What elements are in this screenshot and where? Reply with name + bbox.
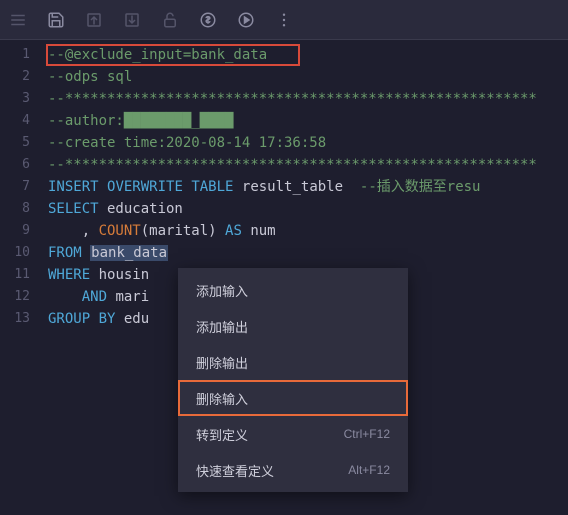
code-token: AS [225, 223, 242, 239]
code-token: --插入数据至resu [360, 179, 481, 195]
code-line[interactable]: INSERT OVERWRITE TABLE result_table --插入… [40, 176, 568, 198]
run-icon[interactable] [236, 10, 256, 30]
menu-item[interactable]: 删除输入 [178, 380, 408, 416]
lock-icon[interactable] [160, 10, 180, 30]
line-number: 10 [0, 242, 40, 264]
code-line[interactable]: --@exclude_input=bank_data [40, 44, 568, 66]
code-token: FROM [48, 245, 82, 261]
menu-item[interactable]: 添加输入 [178, 272, 408, 308]
code-token: (marital) [141, 223, 225, 239]
code-line[interactable]: --**************************************… [40, 154, 568, 176]
code-token: --@exclude_input=bank_data [48, 47, 267, 63]
code-token: education [99, 201, 183, 217]
dollar-icon[interactable] [198, 10, 218, 30]
menu-item-label: 添加输入 [196, 281, 248, 300]
line-number: 1 [0, 44, 40, 66]
menu-item-shortcut: Alt+F12 [348, 463, 390, 477]
menu-item-label: 添加输出 [196, 317, 248, 336]
line-number: 11 [0, 264, 40, 286]
code-token: num [242, 223, 276, 239]
code-line[interactable]: --author:████████_████ [40, 110, 568, 132]
menu-item-label: 删除输入 [196, 389, 248, 408]
menu-item-label: 删除输出 [196, 353, 248, 372]
code-token [82, 245, 90, 261]
code-token: ████████_████ [124, 113, 234, 129]
code-token: housin [90, 267, 149, 283]
code-line[interactable]: SELECT education [40, 198, 568, 220]
line-number: 12 [0, 286, 40, 308]
code-token: --create time:2020-08-14 17:36:58 [48, 135, 326, 151]
code-token: COUNT [99, 223, 141, 239]
line-number: 9 [0, 220, 40, 242]
menu-item[interactable]: 删除输出 [178, 344, 408, 380]
code-token: OVERWRITE [107, 179, 183, 195]
code-token: AND [82, 289, 107, 305]
code-token: TABLE [191, 179, 233, 195]
upload-icon[interactable] [84, 10, 104, 30]
menu-item-label: 快速查看定义 [196, 461, 274, 480]
code-token: --**************************************… [48, 157, 537, 173]
line-number: 2 [0, 66, 40, 88]
code-line[interactable]: --odps sql [40, 66, 568, 88]
code-token [90, 311, 98, 327]
line-number: 4 [0, 110, 40, 132]
menu-item[interactable]: 快速查看定义 Alt+F12 [178, 452, 408, 488]
toolbar [0, 0, 568, 40]
code-token: , [48, 223, 99, 239]
line-number: 6 [0, 154, 40, 176]
save-icon[interactable] [46, 10, 66, 30]
menu-item[interactable]: 转到定义 Ctrl+F12 [178, 416, 408, 452]
line-number: 5 [0, 132, 40, 154]
more-icon[interactable] [274, 10, 294, 30]
line-number: 7 [0, 176, 40, 198]
menu-icon[interactable] [8, 10, 28, 30]
line-number: 8 [0, 198, 40, 220]
code-token: SELECT [48, 201, 99, 217]
menu-item[interactable]: 添加输出 [178, 308, 408, 344]
download-icon[interactable] [122, 10, 142, 30]
code-token: INSERT [48, 179, 99, 195]
code-token: edu [115, 311, 149, 327]
code-line[interactable]: --**************************************… [40, 88, 568, 110]
menu-item-label: 转到定义 [196, 425, 248, 444]
code-token [99, 179, 107, 195]
code-token: mari [107, 289, 149, 305]
code-token: GROUP [48, 311, 90, 327]
context-menu: 添加输入添加输出删除输出删除输入转到定义 Ctrl+F12 快速查看定义 Alt+F1… [178, 268, 408, 492]
code-token: result_table [233, 179, 359, 195]
code-token: --odps sql [48, 69, 132, 85]
code-line[interactable]: , COUNT(marital) AS num [40, 220, 568, 242]
code-token [48, 289, 82, 305]
code-token: bank_data [90, 245, 168, 261]
code-line[interactable]: FROM bank_data [40, 242, 568, 264]
code-token: BY [99, 311, 116, 327]
code-token: --author: [48, 113, 124, 129]
menu-item-shortcut: Ctrl+F12 [344, 427, 390, 441]
line-number: 13 [0, 308, 40, 330]
code-token: --**************************************… [48, 91, 537, 107]
code-token: WHERE [48, 267, 90, 283]
line-number: 3 [0, 88, 40, 110]
line-gutter: 12345678910111213 [0, 40, 40, 515]
code-line[interactable]: --create time:2020-08-14 17:36:58 [40, 132, 568, 154]
